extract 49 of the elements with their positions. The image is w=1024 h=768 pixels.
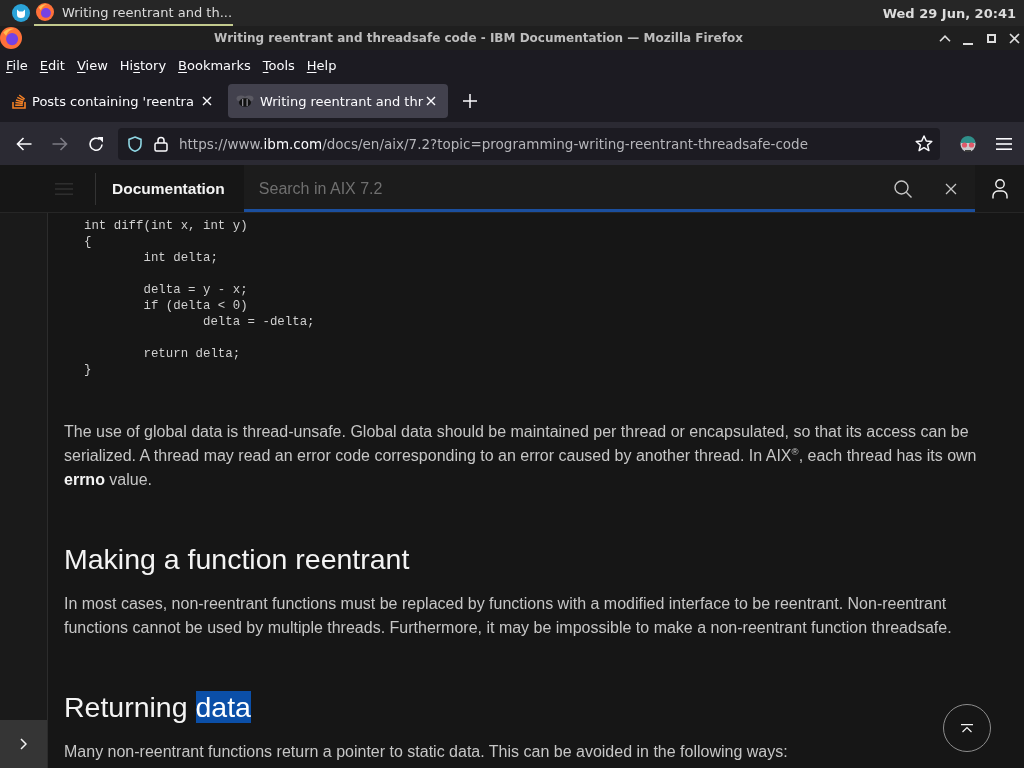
close-icon xyxy=(945,182,957,195)
caret-up-icon xyxy=(939,34,951,42)
address-field[interactable]: https://www.ibm.com/docs/en/aix/7.2?topic=programming-writing-reentrant-threadsafe-code xyxy=(118,127,940,160)
code-text: int diff(int x, int y) { int delta; delta = y - x; if (delta < 0) delta = -delta; return delta; } xyxy=(84,218,315,378)
browser-tab[interactable]: Posts containing 'reentra xyxy=(4,84,224,118)
maximize-icon xyxy=(986,33,996,43)
menu-item[interactable]: Tools xyxy=(256,54,301,76)
chevron-right-icon xyxy=(20,738,27,750)
section-heading: Returning data xyxy=(64,690,251,725)
site-title[interactable]: Documentation xyxy=(112,179,225,198)
plus-icon xyxy=(463,94,477,108)
arrow-up-to-line-icon xyxy=(961,723,973,733)
bee-icon xyxy=(236,95,254,107)
browser-icon xyxy=(0,27,22,49)
menu-item[interactable]: Edit xyxy=(33,54,71,76)
search-input[interactable]: Search in AIX 7.2 xyxy=(258,173,879,204)
paragraph: Many non-reentrant functions return a pointer to static data. This can be avoided in the following ways: xyxy=(64,742,789,762)
browser-icon xyxy=(36,3,54,21)
menu-icon xyxy=(55,182,73,195)
menu-item[interactable]: Bookmarks xyxy=(172,54,257,76)
launcher-icon[interactable] xyxy=(12,4,30,22)
paragraph: In most cases, non-reentrant functions must be replaced by functions with a modified interface to be reentrant. Non-reentrant functions cannot be used by multiple threads. Furthermore, it may be impossible to make a non-reentrant function threadsafe. xyxy=(64,594,953,638)
menu-item[interactable]: Help xyxy=(300,54,343,76)
back-arrow-icon xyxy=(16,136,32,151)
browser-tab[interactable]: Writing reentrant and thr xyxy=(228,84,448,118)
menu-item[interactable]: File xyxy=(0,54,34,76)
menu-icon xyxy=(996,137,1012,150)
lock-icon xyxy=(154,135,168,152)
clock: Wed 29 Jun, 20:41 xyxy=(882,5,1016,21)
minimize-icon xyxy=(963,43,973,45)
shield-icon xyxy=(128,135,142,152)
back-to-top-button[interactable] xyxy=(943,704,991,752)
stack-tray-icon xyxy=(12,93,26,109)
close-icon xyxy=(426,96,436,106)
glasses-face-icon xyxy=(958,134,978,153)
reload-icon xyxy=(88,135,104,152)
paragraph: The use of global data is thread-unsafe. Global data should be maintained per thread or encapsulated, so that its access can be serialized. A thread may read an error code corresponding to an error caused by another thread. In AIX$^{®}$, each thread has its own errno value. xyxy=(64,422,978,490)
window-title: Writing reentrant and threadsafe code - IBM Documentation — Mozilla Firefox xyxy=(213,31,744,45)
menu-item[interactable]: View xyxy=(70,54,114,76)
bookmark-button[interactable] xyxy=(915,135,933,152)
forward-arrow-icon xyxy=(52,136,68,151)
close-icon xyxy=(202,96,212,106)
star-icon xyxy=(915,135,933,152)
menu-item[interactable]: History xyxy=(113,54,173,76)
user-icon xyxy=(991,178,1008,199)
search-field[interactable]: Search in AIX 7.2 xyxy=(243,165,975,212)
search-icon xyxy=(894,179,912,198)
close-icon xyxy=(1008,32,1020,44)
section-heading: Making a function reentrant xyxy=(64,542,410,577)
